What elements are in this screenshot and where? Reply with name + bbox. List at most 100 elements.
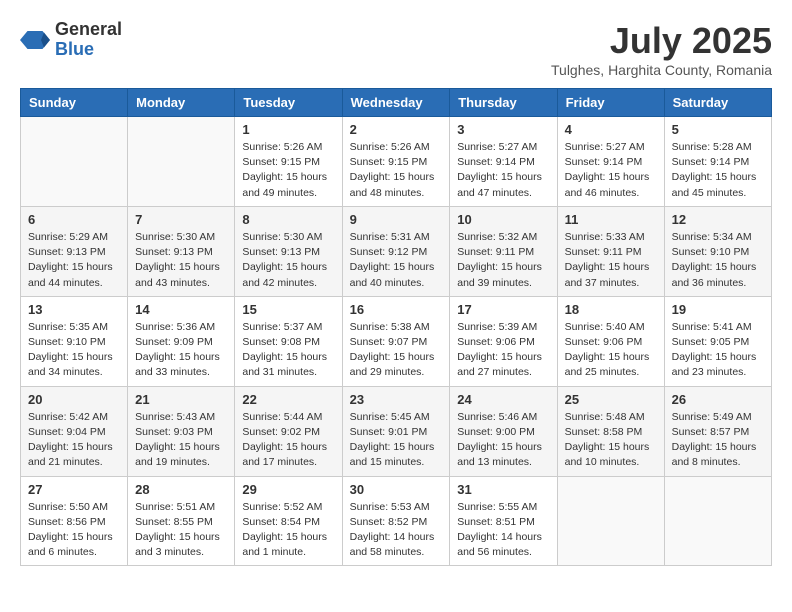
day-number: 25	[565, 392, 657, 407]
day-info: Sunrise: 5:27 AM Sunset: 9:14 PM Dayligh…	[457, 140, 549, 201]
day-info: Sunrise: 5:49 AM Sunset: 8:57 PM Dayligh…	[672, 410, 764, 471]
calendar-week-row: 27 Sunrise: 5:50 AM Sunset: 8:56 PM Dayli…	[21, 476, 772, 566]
calendar-cell: 30 Sunrise: 5:53 AM Sunset: 8:52 PM Dayli…	[342, 476, 450, 566]
day-number: 11	[565, 212, 657, 227]
day-number: 9	[350, 212, 443, 227]
calendar-cell: 1 Sunrise: 5:26 AM Sunset: 9:15 PM Daylig…	[235, 117, 342, 207]
logo-icon	[20, 25, 50, 55]
day-info: Sunrise: 5:42 AM Sunset: 9:04 PM Dayligh…	[28, 410, 120, 471]
calendar-week-row: 13Sunrise: 5:35 AM Sunset: 9:10 PM Dayli…	[21, 296, 772, 386]
calendar-cell: 9Sunrise: 5:31 AM Sunset: 9:12 PM Daylig…	[342, 206, 450, 296]
weekday-header: Tuesday	[235, 89, 342, 117]
calendar-cell: 24Sunrise: 5:46 AM Sunset: 9:00 PM Dayli…	[450, 386, 557, 476]
calendar-cell: 15 Sunrise: 5:37 AM Sunset: 9:08 PM Dayli…	[235, 296, 342, 386]
logo-general-text: General	[55, 20, 122, 40]
calendar-cell: 8 Sunrise: 5:30 AM Sunset: 9:13 PM Daylig…	[235, 206, 342, 296]
page-header: General Blue July 2025 Tulghes, Harghita…	[20, 20, 772, 78]
day-number: 8	[242, 212, 334, 227]
day-number: 30	[350, 482, 443, 497]
calendar-cell: 17Sunrise: 5:39 AM Sunset: 9:06 PM Dayli…	[450, 296, 557, 386]
weekday-header: Friday	[557, 89, 664, 117]
day-number: 22	[242, 392, 334, 407]
day-number: 7	[135, 212, 227, 227]
title-block: July 2025 Tulghes, Harghita County, Roma…	[551, 20, 772, 78]
weekday-header: Wednesday	[342, 89, 450, 117]
day-info: Sunrise: 5:40 AM Sunset: 9:06 PM Dayligh…	[565, 320, 657, 381]
location-text: Tulghes, Harghita County, Romania	[551, 62, 772, 78]
day-number: 23	[350, 392, 443, 407]
day-number: 26	[672, 392, 764, 407]
day-number: 6	[28, 212, 120, 227]
day-number: 15	[242, 302, 334, 317]
calendar-cell: 3Sunrise: 5:27 AM Sunset: 9:14 PM Daylig…	[450, 117, 557, 207]
day-number: 4	[565, 122, 657, 137]
calendar-cell: 21 Sunrise: 5:43 AM Sunset: 9:03 PM Dayli…	[128, 386, 235, 476]
day-info: Sunrise: 5:51 AM Sunset: 8:55 PM Dayligh…	[135, 500, 227, 561]
day-number: 12	[672, 212, 764, 227]
day-number: 18	[565, 302, 657, 317]
day-info: Sunrise: 5:50 AM Sunset: 8:56 PM Dayligh…	[28, 500, 120, 561]
calendar-cell: 26 Sunrise: 5:49 AM Sunset: 8:57 PM Dayli…	[664, 386, 771, 476]
calendar-cell: 16Sunrise: 5:38 AM Sunset: 9:07 PM Dayli…	[342, 296, 450, 386]
day-number: 16	[350, 302, 443, 317]
day-info: Sunrise: 5:29 AM Sunset: 9:13 PM Dayligh…	[28, 230, 120, 291]
day-info: Sunrise: 5:36 AM Sunset: 9:09 PM Dayligh…	[135, 320, 227, 381]
day-info: Sunrise: 5:35 AM Sunset: 9:10 PM Dayligh…	[28, 320, 120, 381]
day-info: Sunrise: 5:27 AM Sunset: 9:14 PM Dayligh…	[565, 140, 657, 201]
calendar-cell: 29Sunrise: 5:52 AM Sunset: 8:54 PM Dayli…	[235, 476, 342, 566]
calendar-cell: 28 Sunrise: 5:51 AM Sunset: 8:55 PM Dayli…	[128, 476, 235, 566]
calendar-week-row: 6 Sunrise: 5:29 AM Sunset: 9:13 PM Daylig…	[21, 206, 772, 296]
calendar-header-row: SundayMondayTuesdayWednesdayThursdayFrid…	[21, 89, 772, 117]
day-info: Sunrise: 5:48 AM Sunset: 8:58 PM Dayligh…	[565, 410, 657, 471]
day-info: Sunrise: 5:28 AM Sunset: 9:14 PM Dayligh…	[672, 140, 764, 201]
calendar-cell: 25 Sunrise: 5:48 AM Sunset: 8:58 PM Dayli…	[557, 386, 664, 476]
day-info: Sunrise: 5:26 AM Sunset: 9:15 PM Dayligh…	[350, 140, 443, 201]
calendar-cell: 7Sunrise: 5:30 AM Sunset: 9:13 PM Daylig…	[128, 206, 235, 296]
calendar-cell: 20 Sunrise: 5:42 AM Sunset: 9:04 PM Dayli…	[21, 386, 128, 476]
calendar-cell: 22 Sunrise: 5:44 AM Sunset: 9:02 PM Dayli…	[235, 386, 342, 476]
day-info: Sunrise: 5:55 AM Sunset: 8:51 PM Dayligh…	[457, 500, 549, 561]
calendar-cell	[128, 117, 235, 207]
weekday-header: Thursday	[450, 89, 557, 117]
calendar-cell: 10 Sunrise: 5:32 AM Sunset: 9:11 PM Dayli…	[450, 206, 557, 296]
calendar-cell: 13Sunrise: 5:35 AM Sunset: 9:10 PM Dayli…	[21, 296, 128, 386]
day-number: 20	[28, 392, 120, 407]
day-info: Sunrise: 5:39 AM Sunset: 9:06 PM Dayligh…	[457, 320, 549, 381]
day-info: Sunrise: 5:43 AM Sunset: 9:03 PM Dayligh…	[135, 410, 227, 471]
day-info: Sunrise: 5:37 AM Sunset: 9:08 PM Dayligh…	[242, 320, 334, 381]
day-number: 2	[350, 122, 443, 137]
day-info: Sunrise: 5:33 AM Sunset: 9:11 PM Dayligh…	[565, 230, 657, 291]
calendar-week-row: 20 Sunrise: 5:42 AM Sunset: 9:04 PM Dayli…	[21, 386, 772, 476]
calendar-cell	[557, 476, 664, 566]
logo-blue-text: Blue	[55, 40, 122, 60]
calendar-cell: 31 Sunrise: 5:55 AM Sunset: 8:51 PM Dayli…	[450, 476, 557, 566]
day-number: 28	[135, 482, 227, 497]
calendar-cell: 12 Sunrise: 5:34 AM Sunset: 9:10 PM Dayli…	[664, 206, 771, 296]
calendar-cell: 11 Sunrise: 5:33 AM Sunset: 9:11 PM Dayli…	[557, 206, 664, 296]
calendar-cell: 5 Sunrise: 5:28 AM Sunset: 9:14 PM Daylig…	[664, 117, 771, 207]
day-number: 10	[457, 212, 549, 227]
day-info: Sunrise: 5:52 AM Sunset: 8:54 PM Dayligh…	[242, 500, 334, 561]
day-info: Sunrise: 5:41 AM Sunset: 9:05 PM Dayligh…	[672, 320, 764, 381]
day-info: Sunrise: 5:30 AM Sunset: 9:13 PM Dayligh…	[242, 230, 334, 291]
day-info: Sunrise: 5:34 AM Sunset: 9:10 PM Dayligh…	[672, 230, 764, 291]
day-info: Sunrise: 5:32 AM Sunset: 9:11 PM Dayligh…	[457, 230, 549, 291]
day-number: 5	[672, 122, 764, 137]
day-info: Sunrise: 5:46 AM Sunset: 9:00 PM Dayligh…	[457, 410, 549, 471]
calendar-cell: 4 Sunrise: 5:27 AM Sunset: 9:14 PM Daylig…	[557, 117, 664, 207]
month-title: July 2025	[551, 20, 772, 62]
logo: General Blue	[20, 20, 122, 60]
calendar-table: SundayMondayTuesdayWednesdayThursdayFrid…	[20, 88, 772, 566]
day-number: 27	[28, 482, 120, 497]
day-info: Sunrise: 5:53 AM Sunset: 8:52 PM Dayligh…	[350, 500, 443, 561]
day-info: Sunrise: 5:44 AM Sunset: 9:02 PM Dayligh…	[242, 410, 334, 471]
day-number: 31	[457, 482, 549, 497]
day-number: 1	[242, 122, 334, 137]
day-number: 19	[672, 302, 764, 317]
day-number: 14	[135, 302, 227, 317]
calendar-cell: 19 Sunrise: 5:41 AM Sunset: 9:05 PM Dayli…	[664, 296, 771, 386]
day-info: Sunrise: 5:26 AM Sunset: 9:15 PM Dayligh…	[242, 140, 334, 201]
weekday-header: Monday	[128, 89, 235, 117]
calendar-cell: 18 Sunrise: 5:40 AM Sunset: 9:06 PM Dayli…	[557, 296, 664, 386]
day-number: 21	[135, 392, 227, 407]
